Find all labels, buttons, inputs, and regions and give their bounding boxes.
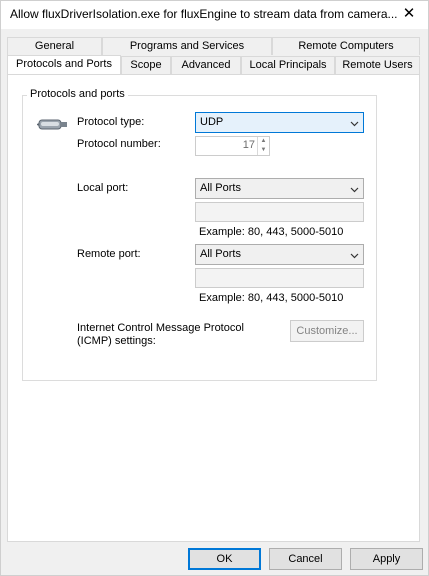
network-plug-icon <box>35 114 69 136</box>
icmp-label-line1: Internet Control Message Protocol <box>77 322 244 334</box>
ok-button[interactable]: OK <box>188 548 261 570</box>
tab-programs-and-services[interactable]: Programs and Services <box>102 37 272 55</box>
title-bar: Allow fluxDriverIsolation.exe for fluxEn… <box>1 1 428 29</box>
tab-label: Remote Users <box>342 59 413 71</box>
apply-button-label: Apply <box>372 553 401 565</box>
protocol-type-value: UDP <box>200 116 224 128</box>
close-icon[interactable]: ✕ <box>396 3 422 25</box>
remote-port-value: All Ports <box>200 248 241 260</box>
tab-label: Advanced <box>181 59 231 71</box>
local-port-input[interactable] <box>195 202 364 222</box>
chevron-up-icon[interactable]: ▲ <box>258 137 269 146</box>
protocols-group: Protocols and ports Protocol type: UDP P… <box>22 88 377 381</box>
window-title: Allow fluxDriverIsolation.exe for fluxEn… <box>10 7 398 21</box>
remote-port-label: Remote port: <box>77 248 141 260</box>
cancel-button[interactable]: Cancel <box>269 548 342 570</box>
remote-port-input[interactable] <box>195 268 364 288</box>
customize-button[interactable]: Customize... <box>290 320 364 342</box>
stepper-buttons[interactable]: ▲ ▼ <box>257 137 269 155</box>
ok-button-label: OK <box>216 553 233 565</box>
icmp-label-line2: (ICMP) settings: <box>77 335 156 347</box>
tab-label: Protocols and Ports <box>16 58 112 70</box>
tab-remote-users[interactable]: Remote Users <box>335 56 420 74</box>
protocol-type-select[interactable]: UDP <box>195 112 364 133</box>
tab-label: General <box>34 40 75 52</box>
protocol-type-label: Protocol type: <box>77 116 145 128</box>
dialog-client-area: General Programs and Services Remote Com… <box>1 29 428 575</box>
dialog-window: Allow fluxDriverIsolation.exe for fluxEn… <box>0 0 429 576</box>
cancel-button-label: Cancel <box>288 553 323 565</box>
chevron-down-icon[interactable]: ▼ <box>258 146 269 155</box>
apply-button[interactable]: Apply <box>350 548 423 570</box>
tab-general[interactable]: General <box>7 37 102 55</box>
chevron-down-icon <box>350 121 359 127</box>
remote-port-example: Example: 80, 443, 5000-5010 <box>199 292 344 304</box>
protocol-number-label: Protocol number: <box>77 138 161 150</box>
protocol-number-value: 17 <box>242 139 255 151</box>
tab-label: Remote Computers <box>298 40 394 52</box>
tab-label: Local Principals <box>249 59 327 71</box>
remote-port-select[interactable]: All Ports <box>195 244 364 265</box>
chevron-down-icon <box>350 187 359 193</box>
customize-button-label: Customize... <box>296 325 358 337</box>
protocols-and-ports-panel: Protocols and ports Protocol type: UDP P… <box>7 74 420 542</box>
local-port-value: All Ports <box>200 182 241 194</box>
local-port-label: Local port: <box>77 182 129 194</box>
tab-label: Scope <box>130 59 162 71</box>
tab-local-principals[interactable]: Local Principals <box>241 56 335 74</box>
tab-label: Programs and Services <box>129 40 245 52</box>
tab-advanced[interactable]: Advanced <box>171 56 241 74</box>
local-port-select[interactable]: All Ports <box>195 178 364 199</box>
local-port-example: Example: 80, 443, 5000-5010 <box>199 226 344 238</box>
tab-scope[interactable]: Scope <box>121 56 171 74</box>
protocol-number-stepper[interactable]: 17 ▲ ▼ <box>195 136 270 156</box>
tab-remote-computers[interactable]: Remote Computers <box>272 37 420 55</box>
group-label: Protocols and ports <box>27 88 128 100</box>
tab-protocols-and-ports[interactable]: Protocols and Ports <box>7 55 121 74</box>
chevron-down-icon <box>350 253 359 259</box>
